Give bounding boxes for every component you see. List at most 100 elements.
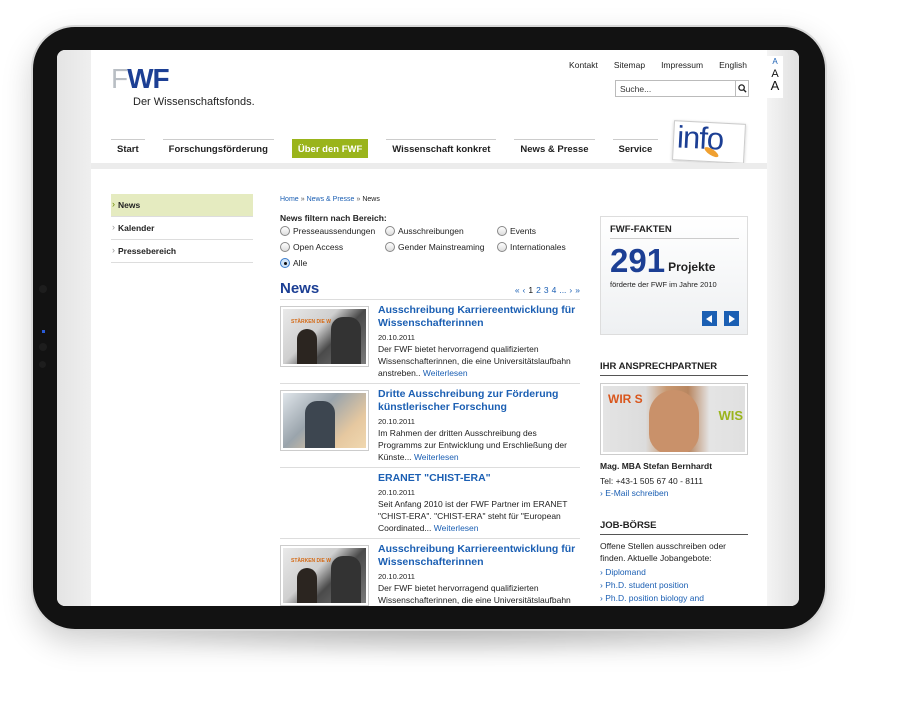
pager-page-2[interactable]: 2 — [536, 285, 541, 295]
page-gutter-left — [57, 50, 91, 606]
news-heading: News — [280, 280, 320, 297]
contact-name: Mag. MBA Stefan Bernhardt — [600, 461, 713, 471]
facts-carousel-controls — [702, 311, 739, 326]
status-light — [42, 330, 45, 333]
news-title-link[interactable]: ERANET "CHIST-ERA" — [378, 472, 580, 485]
subnav-item-pressebereich[interactable]: › Pressebereich — [111, 240, 253, 263]
pager-page-3[interactable]: 3 — [544, 285, 549, 295]
font-size-controls: A A A — [767, 56, 783, 98]
filter-internationales[interactable]: Internationales — [497, 242, 580, 252]
main-content: Home» News & Presse» News News filtern nac… — [280, 196, 580, 606]
arrow-left-icon — [706, 314, 712, 323]
radio-button[interactable] — [497, 226, 507, 236]
font-size-large-button[interactable]: A — [767, 79, 783, 92]
facts-description: förderte der FWF im Jahre 2010 — [610, 280, 717, 289]
facts-next-button[interactable] — [724, 311, 739, 326]
search-box — [615, 80, 749, 97]
radio-button[interactable] — [385, 242, 395, 252]
breadcrumb: Home» News & Presse» News — [280, 196, 380, 203]
nav-service[interactable]: Service — [612, 139, 659, 158]
logo-mark: FWF — [111, 63, 170, 94]
filter-radio-group: Presseaussendungen Ausschreibungen Event… — [280, 226, 580, 268]
main-nav: Start Forschungsförderung Über den FWF W… — [111, 139, 659, 158]
pager-ellipsis: ... — [559, 285, 567, 295]
filter-events[interactable]: Events — [497, 226, 580, 236]
radio-button[interactable] — [280, 226, 290, 236]
facts-unit: Projekte — [668, 260, 716, 274]
breadcrumb-home[interactable]: Home — [280, 196, 299, 203]
jobs-title: JOB-BÖRSE — [600, 520, 748, 535]
contact-phone: Tel: +43-1 505 67 40 - 8111 — [600, 476, 703, 486]
pager-next[interactable]: › — [569, 285, 572, 295]
top-link-impressum[interactable]: Impressum — [661, 60, 703, 70]
radio-button[interactable] — [280, 242, 290, 252]
pagination: « ‹ 1 2 3 4 ... › » — [515, 285, 580, 297]
fwf-logo[interactable]: FWF Der Wissenschaftsfonds. — [111, 63, 255, 109]
filter-open-access[interactable]: Open Access — [280, 242, 385, 252]
news-date: 20.10.2011 — [378, 572, 415, 581]
top-links: Kontakt Sitemap Impressum English — [569, 60, 747, 70]
facts-box: FWF-FAKTEN 291 Projekte förderte der FWF… — [600, 216, 748, 335]
font-size-small-button[interactable]: A — [767, 56, 783, 68]
read-more-link[interactable]: Weiterlesen — [423, 368, 468, 378]
news-header: News « ‹ 1 2 3 4 ... › » — [280, 280, 580, 300]
pager-page-4[interactable]: 4 — [552, 285, 557, 295]
browser-screen: A A A FWF Der Wissenschaftsfonds. Kontak… — [57, 50, 799, 606]
page-gutter-right — [767, 50, 799, 606]
news-teaser: Im Rahmen der dritten Ausschreibung des … — [378, 428, 567, 462]
contact-photo: WIR S WIS — [600, 383, 748, 455]
web-page: FWF Der Wissenschaftsfonds. Kontakt Site… — [91, 50, 767, 606]
nav-ueber-den-fwf[interactable]: Über den FWF — [291, 139, 369, 158]
breadcrumb-news-presse[interactable]: News & Presse — [307, 196, 355, 203]
news-item: Dritte Ausschreibung zur Förderung künst… — [280, 384, 580, 468]
news-thumbnail[interactable] — [280, 390, 369, 451]
chevron-right-icon: › — [112, 199, 115, 209]
filter-ausschreibungen[interactable]: Ausschreibungen — [385, 226, 497, 236]
sub-navigation: › News › Kalender › Pressebereich — [111, 194, 253, 263]
nav-forschungsfoerderung[interactable]: Forschungsförderung — [162, 139, 274, 158]
facts-number: 291 — [610, 242, 666, 279]
info-badge[interactable]: info — [672, 119, 746, 164]
job-link-phd-biology[interactable]: › Ph.D. position biology and — [600, 593, 748, 603]
filter-presseaussendungen[interactable]: Presseaussendungen — [280, 226, 385, 236]
top-link-kontakt[interactable]: Kontakt — [569, 60, 598, 70]
top-link-sitemap[interactable]: Sitemap — [614, 60, 645, 70]
filter-alle[interactable]: Alle — [280, 258, 385, 268]
subnav-item-kalender[interactable]: › Kalender — [111, 217, 253, 240]
subnav-item-news[interactable]: › News — [111, 194, 253, 217]
news-thumbnail[interactable]: STÄRKEN DIE W — [280, 306, 369, 367]
news-title-link[interactable]: Ausschreibung Karriereentwicklung für Wi… — [378, 304, 580, 330]
news-thumbnail[interactable]: STÄRKEN DIE W — [280, 545, 369, 606]
radio-button[interactable] — [497, 242, 507, 252]
news-title-link[interactable]: Ausschreibung Karriereentwicklung für Wi… — [378, 543, 580, 569]
pager-page-1[interactable]: 1 — [528, 285, 533, 295]
facts-title: FWF-FAKTEN — [610, 224, 739, 239]
news-item: STÄRKEN DIE W Ausschreibung Karriereentw… — [280, 539, 580, 606]
radio-button[interactable] — [385, 226, 395, 236]
news-teaser: Seit Anfang 2010 ist der FWF Partner im … — [378, 499, 568, 533]
logo-subtitle: Der Wissenschaftsfonds. — [133, 96, 255, 108]
pager-first[interactable]: « — [515, 285, 520, 295]
pager-last[interactable]: » — [575, 285, 580, 295]
read-more-link[interactable]: Weiterlesen — [414, 452, 459, 462]
nav-news-presse[interactable]: News & Presse — [514, 139, 595, 158]
nav-wissenschaft-konkret[interactable]: Wissenschaft konkret — [386, 139, 497, 158]
radio-button-checked[interactable] — [280, 258, 290, 268]
contact-email-link[interactable]: › E-Mail schreiben — [600, 488, 748, 498]
chevron-right-icon: › — [112, 245, 115, 255]
job-link-diplomand[interactable]: › Diplomand — [600, 567, 748, 577]
contact-title: IHR ANSPRECHPARTNER — [600, 361, 748, 376]
read-more-link[interactable]: Weiterlesen — [434, 523, 479, 533]
nav-start[interactable]: Start — [111, 139, 145, 158]
bezel-sensor — [39, 361, 46, 368]
search-button[interactable] — [735, 81, 748, 96]
filter-gender-mainstreaming[interactable]: Gender Mainstreaming — [385, 242, 497, 252]
facts-prev-button[interactable] — [702, 311, 717, 326]
news-date: 20.10.2011 — [378, 488, 415, 497]
nav-divider — [91, 163, 767, 169]
top-link-english[interactable]: English — [719, 60, 747, 70]
job-link-phd-student[interactable]: › Ph.D. student position — [600, 580, 748, 590]
search-input[interactable] — [616, 81, 735, 96]
news-title-link[interactable]: Dritte Ausschreibung zur Förderung künst… — [378, 388, 580, 414]
pager-prev[interactable]: ‹ — [523, 285, 526, 295]
